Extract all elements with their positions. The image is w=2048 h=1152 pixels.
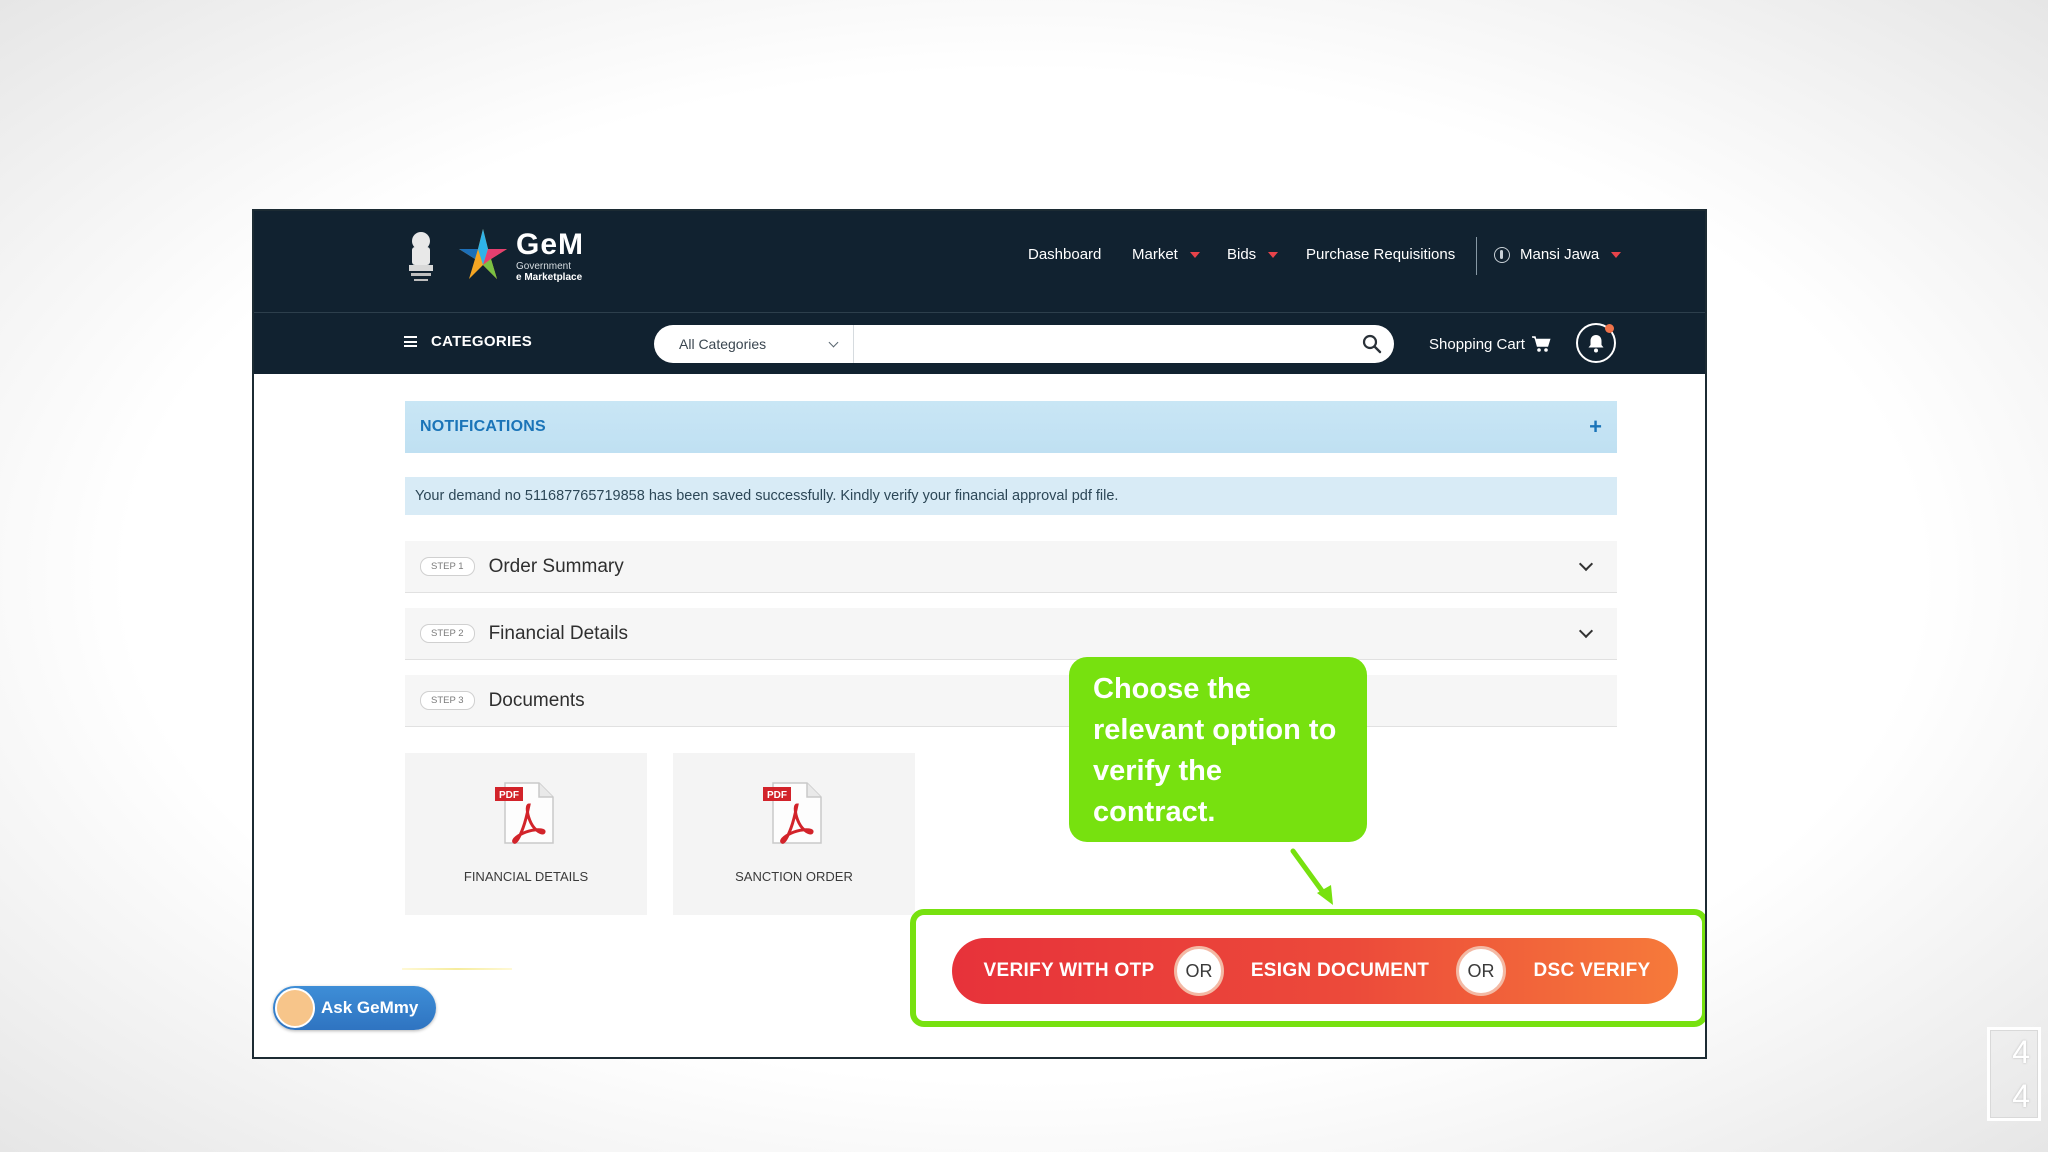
- instruction-callout: Choose the relevant option to verify the…: [1069, 657, 1367, 842]
- brand-sub-1: Government: [516, 261, 572, 272]
- top-header: GeM Government e Marketplace Dashboard M…: [254, 211, 1705, 313]
- document-label: FINANCIAL DETAILS: [463, 869, 589, 884]
- notifications-title: NOTIFICATIONS: [420, 418, 546, 435]
- ask-gemmy-button[interactable]: Ask GeMmy: [273, 986, 437, 1030]
- slide-number: 4 4: [1987, 1027, 2041, 1121]
- pdf-file-icon: PDF: [763, 782, 822, 844]
- category-select[interactable]: All Categories: [654, 325, 854, 363]
- caret-down-icon: [1611, 251, 1622, 258]
- step-title: Order Summary: [488, 555, 624, 577]
- category-select-value: All Categories: [679, 336, 767, 352]
- chevron-down-icon[interactable]: [1578, 556, 1594, 572]
- user-icon: [1494, 246, 1510, 263]
- document-card-sanction-order[interactable]: PDF SANCTION ORDER: [673, 753, 915, 915]
- nav-bids[interactable]: Bids: [1227, 246, 1279, 263]
- verify-with-otp-button[interactable]: VERIFY WITH OTP: [952, 960, 1174, 982]
- search-icon[interactable]: [1350, 325, 1394, 363]
- step-financial-details[interactable]: STEP 2 Financial Details: [405, 608, 1617, 660]
- cart-icon: [1531, 336, 1551, 352]
- bell-icon: [1588, 335, 1604, 353]
- caret-down-icon: [1268, 251, 1279, 258]
- dsc-verify-button[interactable]: DSC VERIFY: [1506, 960, 1678, 982]
- pdf-tag: PDF: [499, 790, 519, 801]
- categories-label: CATEGORIES: [431, 333, 533, 350]
- app-window: GeM Government e Marketplace Dashboard M…: [252, 209, 1707, 1059]
- decorative-line: [402, 968, 512, 970]
- ask-gemmy-label: Ask GeMmy: [321, 998, 419, 1017]
- step-documents[interactable]: STEP 3 Documents: [405, 675, 1617, 727]
- nav-purchase-requisitions-label: Purchase Requisitions: [1306, 246, 1456, 263]
- brand-sub-2: e Marketplace: [516, 272, 583, 283]
- nav-bids-label: Bids: [1227, 246, 1257, 263]
- search-box: All Categories: [654, 325, 1394, 363]
- chevron-down-icon[interactable]: [1578, 623, 1594, 639]
- step-order-summary[interactable]: STEP 1 Order Summary: [405, 541, 1617, 593]
- step-title: Financial Details: [488, 622, 628, 644]
- nav-purchase-requisitions[interactable]: Purchase Requisitions: [1306, 246, 1455, 263]
- categories-menu[interactable]: CATEGORIES: [404, 333, 532, 350]
- document-card-financial-details[interactable]: PDF FINANCIAL DETAILS: [405, 753, 647, 915]
- arrow-icon: [1290, 848, 1333, 905]
- notification-dot: [1605, 324, 1614, 333]
- nav-dashboard-label: Dashboard: [1028, 246, 1102, 263]
- notifications-bell-button[interactable]: [1576, 323, 1616, 363]
- user-menu[interactable]: Mansi Jawa: [1494, 246, 1622, 263]
- nav-market-label: Market: [1132, 246, 1178, 263]
- document-label: SANCTION ORDER: [735, 869, 853, 884]
- step-badge: STEP 1: [420, 557, 475, 576]
- expand-plus-icon[interactable]: +: [1589, 414, 1602, 440]
- brand-title: GeM: [516, 228, 585, 261]
- nav-dashboard[interactable]: Dashboard: [1028, 246, 1101, 263]
- chevron-down-icon: [828, 337, 839, 347]
- nav-divider: [1476, 237, 1477, 275]
- gem-logo-icon: [459, 229, 507, 279]
- step-badge: STEP 2: [420, 624, 475, 643]
- esign-document-button[interactable]: ESIGN DOCUMENT: [1224, 960, 1456, 982]
- or-separator: OR: [1456, 946, 1506, 996]
- pdf-tag: PDF: [767, 790, 787, 801]
- caret-down-icon: [1189, 251, 1200, 258]
- step-title: Documents: [488, 689, 585, 711]
- user-name: Mansi Jawa: [1520, 246, 1600, 263]
- verify-options-group: VERIFY WITH OTP OR ESIGN DOCUMENT OR DSC…: [952, 938, 1678, 1004]
- notifications-panel-header[interactable]: NOTIFICATIONS +: [405, 401, 1617, 453]
- hamburger-icon: [404, 336, 417, 347]
- shopping-cart-link[interactable]: Shopping Cart: [1429, 335, 1551, 353]
- or-separator: OR: [1174, 946, 1224, 996]
- national-emblem-icon: [409, 232, 433, 281]
- gemmy-avatar-icon: [275, 988, 315, 1028]
- gem-logo-text[interactable]: GeM Government e Marketplace: [516, 228, 585, 284]
- step-badge: STEP 3: [420, 691, 475, 710]
- nav-market[interactable]: Market: [1132, 246, 1200, 263]
- pdf-file-icon: PDF: [495, 782, 554, 844]
- success-alert: Your demand no 511687765719858 has been …: [405, 477, 1617, 515]
- search-bar-row: CATEGORIES All Categories Shopping Cart: [254, 313, 1705, 374]
- shopping-cart-label: Shopping Cart: [1429, 335, 1525, 353]
- search-input[interactable]: [854, 325, 1350, 363]
